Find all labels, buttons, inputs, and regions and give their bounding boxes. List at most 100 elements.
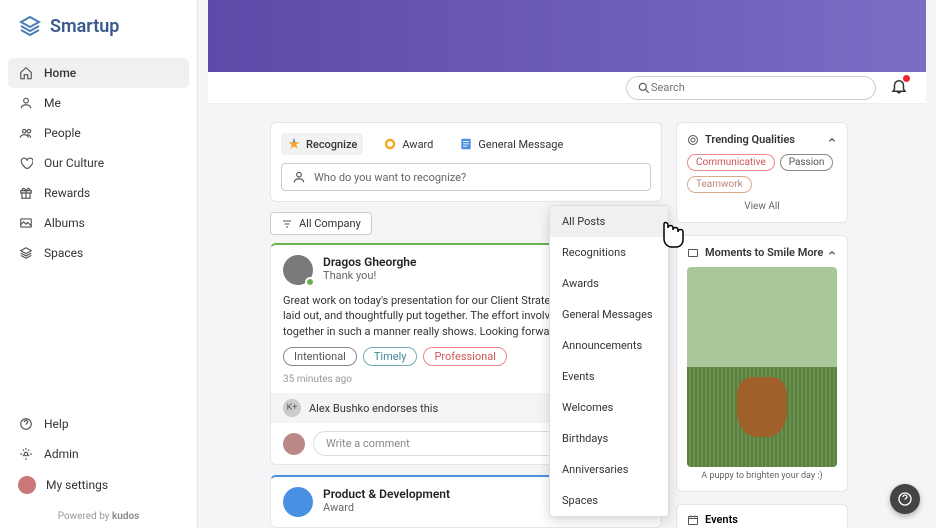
target-icon: [687, 134, 699, 146]
filter-icon: [281, 218, 293, 230]
dropdown-item[interactable]: Spaces: [550, 485, 668, 516]
tag[interactable]: Intentional: [283, 347, 357, 366]
avatar-icon: [18, 476, 36, 494]
tab-label: General Message: [478, 138, 563, 151]
compose-card: Recognize Award General Message Who do y…: [270, 122, 662, 202]
help-icon: [18, 416, 34, 432]
heart-icon: [18, 155, 34, 171]
nav-label: Rewards: [44, 186, 90, 200]
tab-label: Award: [402, 138, 433, 151]
star-icon: [287, 137, 301, 151]
image-icon: [687, 247, 699, 259]
nav-label: Spaces: [44, 246, 83, 260]
filter-button[interactable]: All Company: [270, 212, 372, 235]
tag[interactable]: Professional: [423, 347, 506, 366]
powered-by: Powered by kudos: [0, 505, 197, 528]
notification-dot: [903, 75, 910, 82]
badge-icon: [383, 137, 397, 151]
search-box[interactable]: [626, 76, 876, 100]
nav-me[interactable]: Me: [8, 88, 189, 118]
events-title: Events: [705, 513, 738, 526]
dropdown-item[interactable]: General Messages: [550, 299, 668, 330]
right-column: Trending Qualities Communicative Passion…: [676, 122, 848, 528]
moments-image[interactable]: [687, 267, 837, 467]
gear-icon: [18, 446, 34, 462]
avatar[interactable]: [283, 487, 313, 517]
dropdown-item[interactable]: Welcomes: [550, 392, 668, 423]
quality-tag[interactable]: Communicative: [687, 154, 775, 171]
home-icon: [18, 65, 34, 81]
nav-settings[interactable]: My settings: [8, 469, 189, 501]
dropdown-item[interactable]: Birthdays: [550, 423, 668, 454]
person-icon: [18, 95, 34, 111]
logo-icon: [18, 14, 42, 38]
nav-help[interactable]: Help: [8, 409, 189, 439]
nav-albums[interactable]: Albums: [8, 208, 189, 238]
nav-bottom: Help Admin My settings: [0, 403, 197, 505]
compose-tabs: Recognize Award General Message: [281, 133, 651, 155]
filter-label: All Company: [299, 217, 361, 230]
nav-people[interactable]: People: [8, 118, 189, 148]
events-card[interactable]: Events: [676, 504, 848, 528]
help-icon: [897, 491, 913, 507]
recognize-input[interactable]: Who do you want to recognize?: [281, 163, 651, 191]
nav-label: People: [44, 126, 81, 140]
nav-label: Albums: [44, 216, 85, 230]
tag[interactable]: Timely: [363, 347, 418, 366]
trending-card: Trending Qualities Communicative Passion…: [676, 122, 848, 223]
view-all-link[interactable]: View All: [687, 201, 837, 212]
tab-label: Recognize: [306, 138, 357, 151]
people-icon: [18, 125, 34, 141]
endorse-text: Alex Bushko endorses this: [309, 402, 438, 415]
gift-icon: [18, 185, 34, 201]
nav-admin[interactable]: Admin: [8, 439, 189, 469]
status-badge: [305, 277, 315, 287]
nav-spaces[interactable]: Spaces: [8, 238, 189, 268]
search-input[interactable]: [651, 81, 865, 94]
albums-icon: [18, 215, 34, 231]
calendar-icon: [687, 514, 699, 526]
avatar[interactable]: [283, 433, 305, 455]
filter-dropdown: All Posts Recognitions Awards General Me…: [549, 205, 669, 517]
layers-icon: [18, 245, 34, 261]
dropdown-item[interactable]: Events: [550, 361, 668, 392]
recognize-placeholder: Who do you want to recognize?: [314, 171, 466, 184]
quality-tag[interactable]: Passion: [780, 154, 834, 171]
quality-tag[interactable]: Teamwork: [687, 176, 752, 193]
dropdown-item[interactable]: Awards: [550, 268, 668, 299]
post-author[interactable]: Dragos Gheorghe: [323, 255, 416, 269]
card-title: Moments to Smile More: [705, 246, 823, 259]
post-subtitle: Award: [323, 501, 450, 514]
dropdown-item[interactable]: All Posts: [550, 206, 668, 237]
sidebar: Smartup Home Me People Our Culture Rewar…: [0, 0, 198, 528]
tab-recognize[interactable]: Recognize: [281, 133, 363, 155]
chevron-up-icon[interactable]: [827, 248, 837, 258]
dropdown-item[interactable]: Recognitions: [550, 237, 668, 268]
person-icon: [292, 170, 306, 184]
nav-label: Me: [44, 96, 61, 110]
moments-caption: A puppy to brighten your day :): [687, 471, 837, 481]
nav-label: Our Culture: [44, 156, 104, 170]
nav-label: My settings: [46, 478, 108, 492]
tab-award[interactable]: Award: [377, 133, 439, 155]
nav-culture[interactable]: Our Culture: [8, 148, 189, 178]
dropdown-item[interactable]: Anniversaries: [550, 454, 668, 485]
brand-name: Smartup: [50, 16, 119, 37]
moments-card: Moments to Smile More A puppy to brighte…: [676, 235, 848, 492]
topbar: [208, 72, 926, 104]
tab-general[interactable]: General Message: [453, 133, 569, 155]
help-fab[interactable]: [890, 484, 920, 514]
logo[interactable]: Smartup: [0, 0, 197, 52]
nav-rewards[interactable]: Rewards: [8, 178, 189, 208]
nav-label: Help: [44, 417, 69, 431]
chevron-up-icon[interactable]: [827, 135, 837, 145]
notifications-button[interactable]: [890, 77, 908, 99]
dropdown-item[interactable]: Announcements: [550, 330, 668, 361]
card-title: Trending Qualities: [705, 133, 795, 146]
nav-home[interactable]: Home: [8, 58, 189, 88]
post-subtitle: Thank you!: [323, 269, 416, 282]
banner: [208, 0, 926, 72]
nav-label: Home: [44, 66, 76, 80]
avatar[interactable]: [283, 255, 313, 285]
post-author[interactable]: Product & Development: [323, 487, 450, 501]
